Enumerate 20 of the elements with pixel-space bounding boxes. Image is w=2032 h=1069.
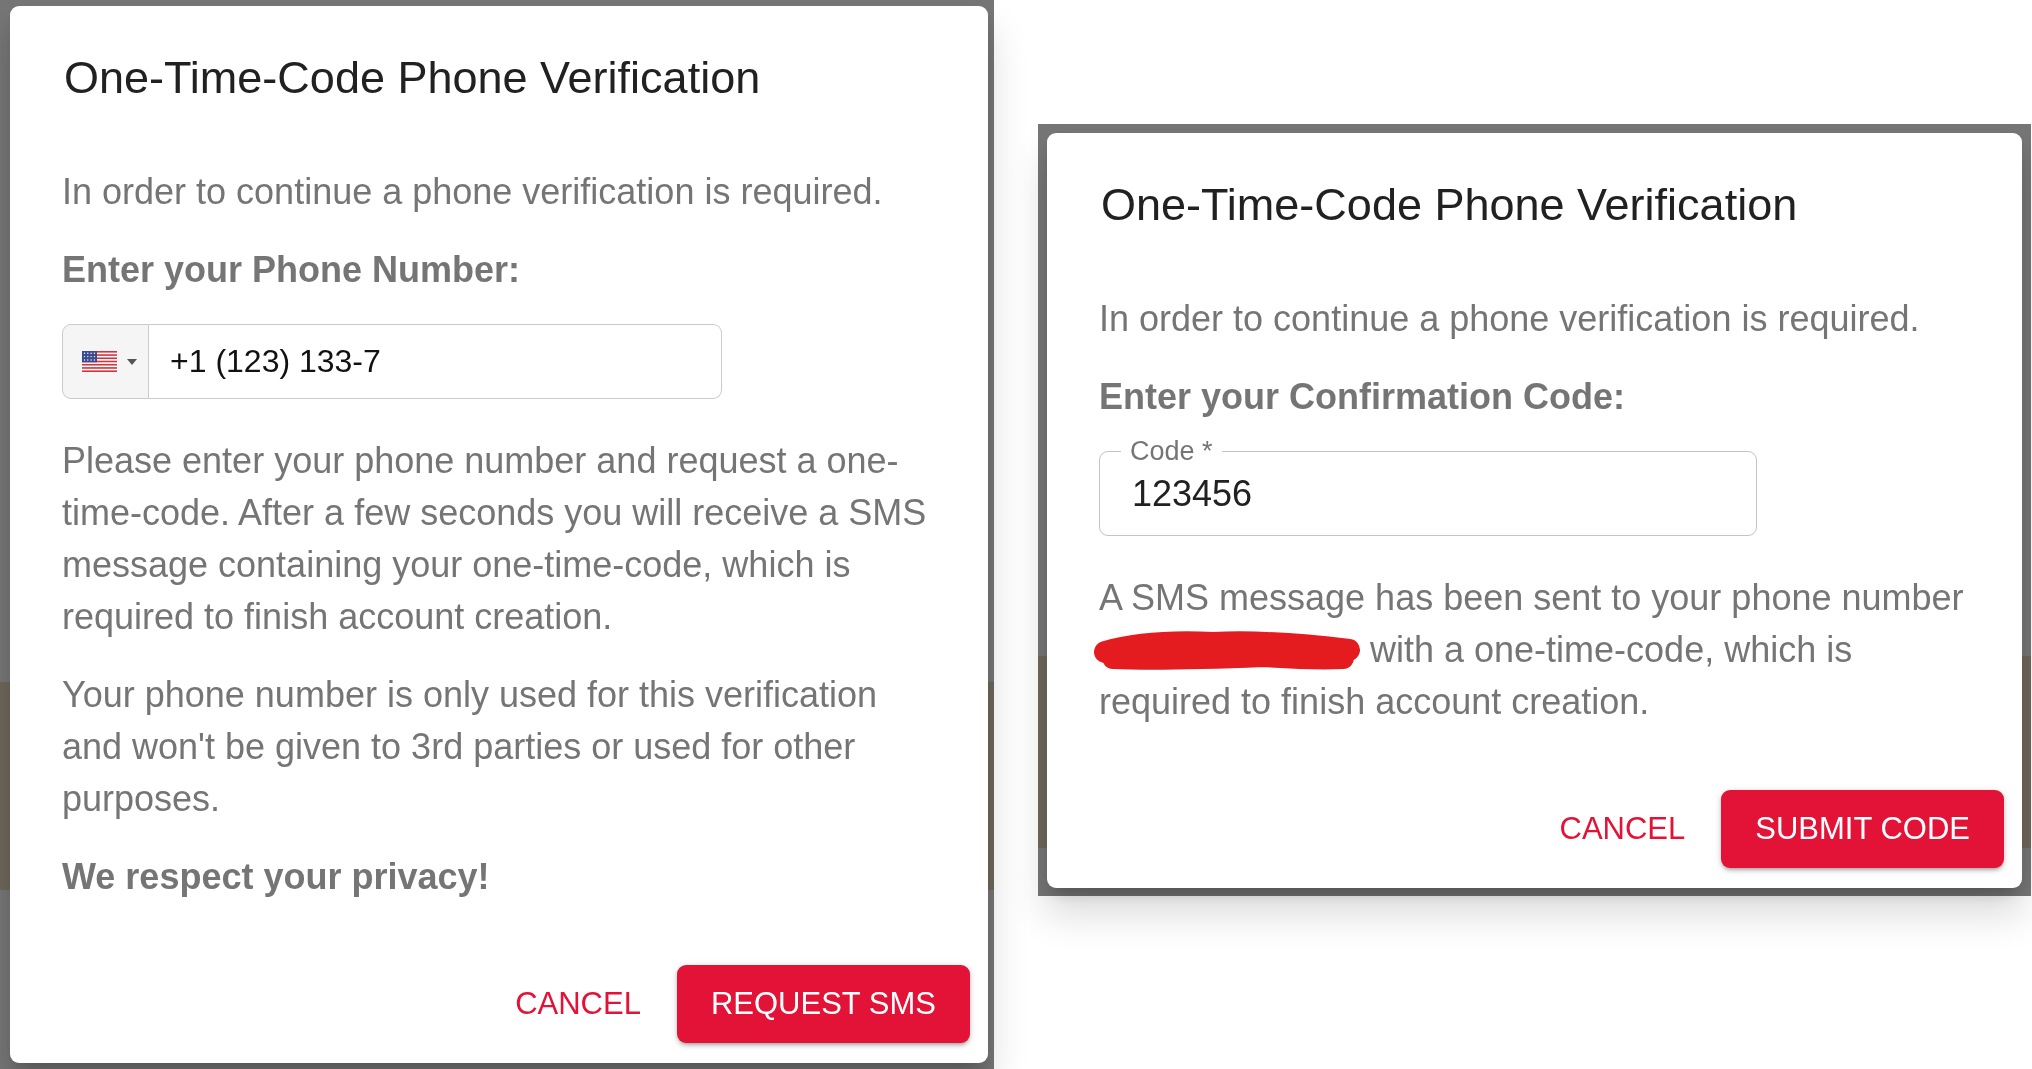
section-heading: Enter your Phone Number: (62, 248, 522, 292)
flag-icon (82, 351, 117, 372)
dialog-title: One-Time-Code Phone Verification (63, 51, 762, 105)
section-heading: Enter your Confirmation Code: (1099, 375, 1626, 419)
body-text: A SMS message has been sent to your phone number (1099, 576, 1964, 620)
section-heading: We respect your privacy! (62, 855, 491, 899)
dialog-title: One-Time-Code Phone Verification (1100, 178, 1799, 232)
submit-button[interactable]: REQUEST SMS (676, 965, 970, 1043)
caret-down-icon (127, 358, 137, 365)
body-text: In order to continue a phone verification is required. (1099, 297, 1921, 341)
body-text: with a one-time-code, which is (1370, 628, 1853, 672)
cancel-button[interactable]: CANCEL (497, 965, 659, 1043)
submit-button[interactable]: SUBMIT CODE (1721, 790, 2004, 868)
body-text: In order to continue a phone verification is required. (62, 170, 884, 214)
body-text: Please enter your phone number and request a one-time-code. After a few seconds you will receive a SMS message containing your one-time-code, which is required to finish account creation. (62, 439, 928, 639)
country-select-button[interactable] (62, 324, 149, 399)
body-text: required to finish account creation. (1099, 680, 1650, 724)
body-text: Your phone number is only used for this verification and won't be given to 3rd parties or used for other purposes. (62, 673, 879, 821)
phone-input[interactable]: +1 (123) 133-7 (149, 324, 722, 399)
cancel-button[interactable]: CANCEL (1541, 790, 1704, 868)
